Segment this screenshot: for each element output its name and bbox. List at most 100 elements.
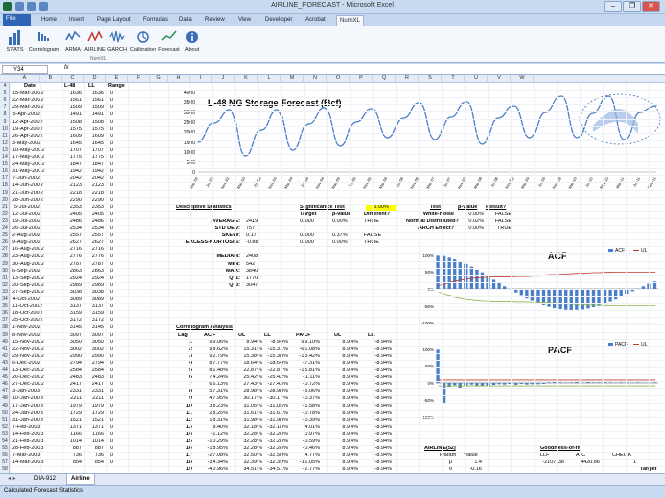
garch-button[interactable]: GARCH (106, 28, 128, 53)
name-box[interactable]: Y34 (2, 65, 48, 74)
row-header[interactable]: 23 (0, 218, 10, 225)
tab-page-layout[interactable]: Page Layout (94, 15, 134, 26)
row-header[interactable]: 22 (0, 211, 10, 218)
calibration-button[interactable]: Calibration (129, 28, 157, 53)
row-header[interactable]: 17 (0, 175, 10, 182)
forecast-button[interactable]: Forecast (157, 28, 181, 53)
tab-insert[interactable]: Insert (66, 15, 87, 26)
column-header[interactable]: U (465, 75, 488, 83)
fx-icon[interactable]: fx (64, 65, 69, 71)
row-header[interactable]: 25 (0, 232, 10, 239)
row-header[interactable]: 53 (0, 431, 10, 438)
row-header[interactable]: 15 (0, 161, 10, 168)
column-header[interactable]: W (511, 75, 534, 83)
row-header[interactable]: 50 (0, 410, 10, 417)
row-header[interactable]: 27 (0, 246, 10, 253)
row-header[interactable]: 31 (0, 275, 10, 282)
row-header[interactable]: 47 (0, 388, 10, 395)
column-header[interactable]: K (235, 75, 258, 83)
column-header[interactable]: R (396, 75, 419, 83)
tab-file[interactable]: File (3, 14, 31, 26)
arma-button[interactable]: ARMA (62, 28, 84, 53)
row-header[interactable]: 34 (0, 296, 10, 303)
column-header[interactable]: N (304, 75, 327, 83)
column-header[interactable]: I (190, 75, 212, 83)
airline-button[interactable]: AIRLINE (84, 28, 106, 53)
column-header[interactable]: G (150, 75, 168, 83)
row-header[interactable]: 19 (0, 190, 10, 197)
row-header[interactable]: 26 (0, 239, 10, 246)
column-header[interactable]: M (281, 75, 304, 83)
close-button[interactable]: ✕ (642, 1, 660, 12)
row-header[interactable]: 20 (0, 197, 10, 204)
sheet-tab-airline[interactable]: Airline (66, 474, 95, 485)
correlogram-button[interactable]: Correlogram (27, 28, 61, 53)
column-header[interactable]: T (442, 75, 465, 83)
row-header[interactable]: 33 (0, 289, 10, 296)
tab-home[interactable]: Home (38, 15, 60, 26)
row-header[interactable]: 12 (0, 140, 10, 147)
tab-formulas[interactable]: Formulas (140, 15, 171, 26)
row-header[interactable]: 8 (0, 111, 10, 118)
sheet-nav-icon[interactable]: ◂ ▸ (4, 474, 20, 485)
row-header[interactable]: 38 (0, 324, 10, 331)
row-header[interactable]: 7 (0, 104, 10, 111)
row-header[interactable]: 18 (0, 182, 10, 189)
tab-data[interactable]: Data (176, 15, 195, 26)
row-header[interactable]: 21 (0, 204, 10, 211)
row-header[interactable]: 30 (0, 268, 10, 275)
row-header[interactable]: 36 (0, 310, 10, 317)
column-header[interactable]: S (419, 75, 442, 83)
row-header[interactable]: 39 (0, 332, 10, 339)
column-header[interactable]: Q (373, 75, 396, 83)
row-header[interactable]: 56 (0, 452, 10, 459)
tab-view[interactable]: View (235, 15, 254, 26)
row-header[interactable]: 55 (0, 445, 10, 452)
column-header[interactable]: A (10, 75, 40, 83)
tab-acrobat[interactable]: Acrobat (302, 15, 329, 26)
sheet-tab-dia-912[interactable]: DIA-912 (30, 474, 60, 485)
row-header[interactable]: 37 (0, 317, 10, 324)
tab-numxl[interactable]: NumXL (336, 15, 365, 26)
column-header[interactable]: D (84, 75, 106, 83)
row-header[interactable]: 14 (0, 154, 10, 161)
column-header[interactable]: J (212, 75, 235, 83)
row-header[interactable]: 5 (0, 90, 10, 97)
row-header[interactable]: 41 (0, 346, 10, 353)
column-header[interactable]: C (62, 75, 84, 83)
column-header[interactable]: P (350, 75, 373, 83)
row-header[interactable]: 35 (0, 303, 10, 310)
maximize-button[interactable]: ❐ (623, 1, 641, 12)
row-header[interactable]: 24 (0, 225, 10, 232)
stats-button[interactable]: STATS (4, 28, 26, 53)
column-header[interactable]: L (258, 75, 281, 83)
row-header[interactable]: 6 (0, 97, 10, 104)
about-button[interactable]: About (181, 28, 203, 53)
worksheet-grid[interactable]: ABCDEFGHIJKLMNOPQRSTUVW 4 5 6 7 8 9 10 11 12 13 14… (0, 75, 665, 473)
row-header[interactable]: 11 (0, 133, 10, 140)
row-header[interactable]: 45 (0, 374, 10, 381)
row-header[interactable]: 57 (0, 459, 10, 466)
row-header[interactable]: 46 (0, 381, 10, 388)
row-header[interactable]: 16 (0, 168, 10, 175)
column-header[interactable]: O (327, 75, 350, 83)
row-header[interactable]: 10 (0, 126, 10, 133)
column-header[interactable]: F (128, 75, 150, 83)
row-header[interactable]: 29 (0, 261, 10, 268)
minimize-button[interactable]: – (604, 1, 622, 12)
row-header[interactable]: 58 (0, 466, 10, 473)
row-header[interactable]: 4 (0, 83, 10, 90)
row-header[interactable]: 44 (0, 367, 10, 374)
column-header[interactable]: H (168, 75, 190, 83)
row-header[interactable]: 40 (0, 339, 10, 346)
row-header[interactable]: 49 (0, 403, 10, 410)
row-header[interactable]: 51 (0, 417, 10, 424)
column-header[interactable]: E (106, 75, 128, 83)
column-header[interactable]: V (488, 75, 511, 83)
row-header[interactable]: 48 (0, 395, 10, 402)
tab-developer[interactable]: Developer (262, 15, 295, 26)
row-header[interactable]: 42 (0, 353, 10, 360)
row-header[interactable]: 32 (0, 282, 10, 289)
tab-review[interactable]: Review (202, 15, 228, 26)
row-header[interactable]: 9 (0, 119, 10, 126)
